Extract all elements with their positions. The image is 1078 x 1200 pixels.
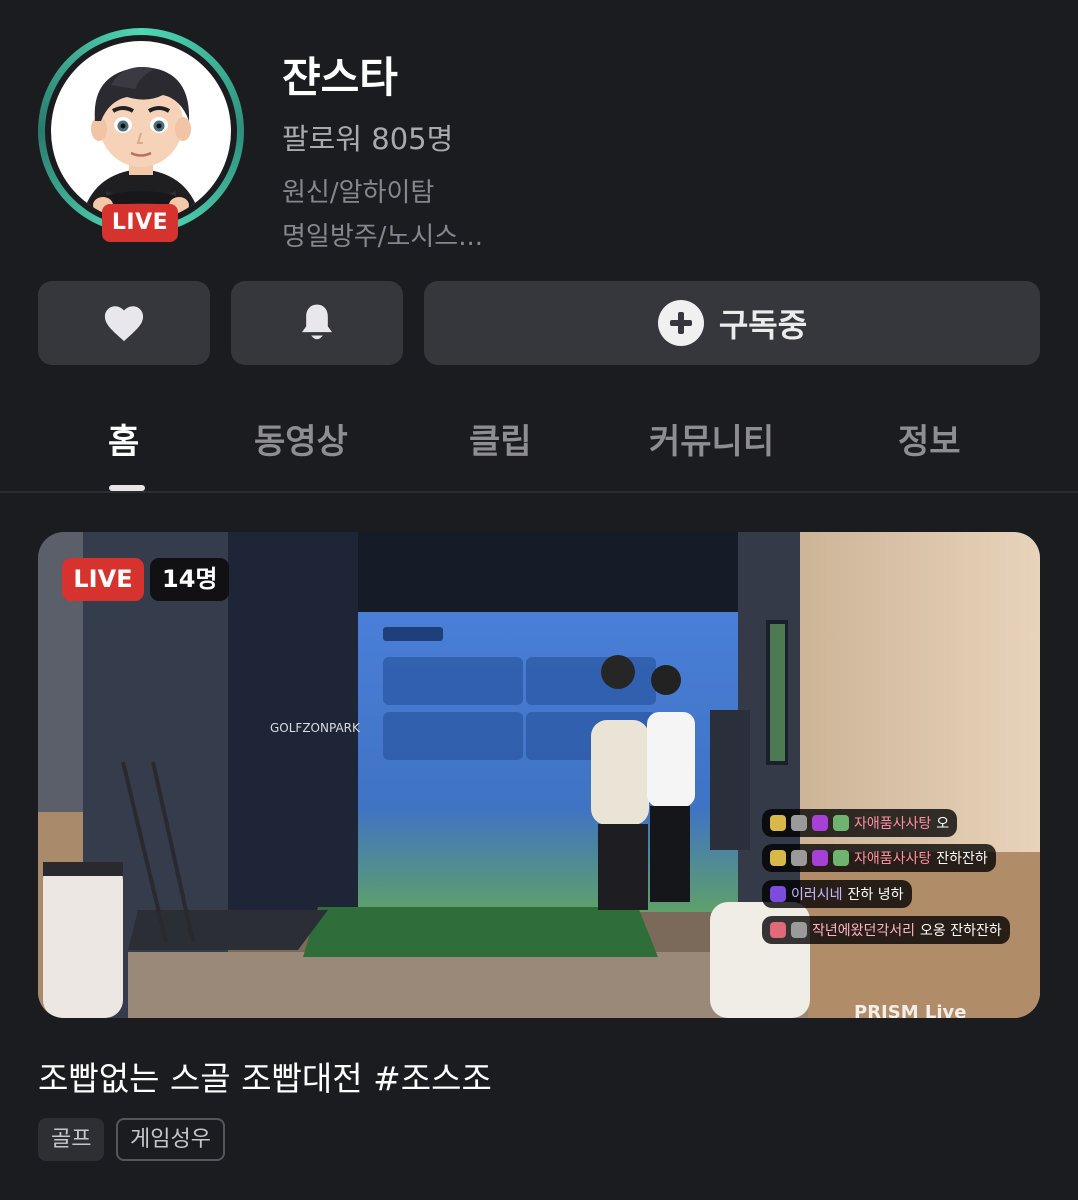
notification-button[interactable] [231,281,403,365]
channel-name: 쟌스타 [282,53,398,102]
chat-text: 오 [936,816,950,832]
category-tag[interactable]: 게임성우 [116,1118,225,1161]
tab-divider [0,491,1078,493]
tab-info[interactable]: 정보 [898,414,961,463]
chat-text: 잔하 녕하 [847,887,904,903]
badge-icon [812,815,828,831]
avatar-illustration [81,67,201,221]
avatar-live-badge: LIVE [102,204,178,242]
stream-title[interactable]: 조빱없는 스골 조빱대전 #조스조 [38,1052,492,1100]
live-badge: LIVE [62,558,144,601]
category-tag[interactable]: 골프 [38,1118,105,1161]
overlay-chat-message: 자애품사사탕 잔하잔하 [762,844,996,872]
tab-videos[interactable]: 동영상 [254,414,348,463]
tab-home[interactable]: 홈 [108,414,139,463]
chat-text: 오옹 잔하잔하 [920,923,1002,939]
plus-circle-icon [657,300,704,346]
avatar-icon [791,922,807,938]
badge-icon [833,815,849,831]
overlay-chat-message: 자애품사사탕 오 [762,809,958,837]
chat-nickname: 자애품사사탕 [854,816,932,832]
avatar-icon [791,850,807,866]
avatar[interactable] [51,41,231,221]
channel-description-line: 원신/알하이탐 [282,178,435,208]
tab-clips[interactable]: 클립 [469,414,532,463]
stream-frame-image: GOLFZONPARK PRISM Live [38,532,1040,1018]
follower-count: 팔로워 805명 [282,122,454,156]
subscribe-label: 구독중 [718,306,808,344]
subscribe-button[interactable]: 구독중 [424,281,1040,365]
chat-nickname: 이러시네 [791,887,843,903]
viewer-count-badge: 14명 [150,558,230,601]
watermark-text: PRISM Live [854,1002,966,1018]
like-button[interactable] [38,281,210,365]
heart-badge-icon [770,886,786,902]
badge-icon [812,850,828,866]
badge-icon [770,922,786,938]
brand-signage: GOLFZONPARK [270,721,361,735]
live-stream-thumbnail[interactable]: GOLFZONPARK PRISM Live [38,532,1040,1018]
channel-description-line[interactable]: 명일방주/노시스... [282,216,483,253]
heart-icon [104,306,144,342]
tab-community[interactable]: 커뮤니티 [649,414,774,463]
badge-icon [833,850,849,866]
bell-icon [302,304,332,340]
badge-icon [770,815,786,831]
chat-nickname: 작년에왔던각서리 [812,923,916,939]
avatar-icon [791,815,807,831]
chat-text: 잔하잔하 [936,851,988,867]
badge-icon [770,850,786,866]
overlay-chat-message: 이러시네 잔하 녕하 [762,880,912,908]
overlay-chat-message: 작년에왔던각서리 오옹 잔하잔하 [762,916,1010,944]
chat-nickname: 자애품사사탕 [854,851,932,867]
